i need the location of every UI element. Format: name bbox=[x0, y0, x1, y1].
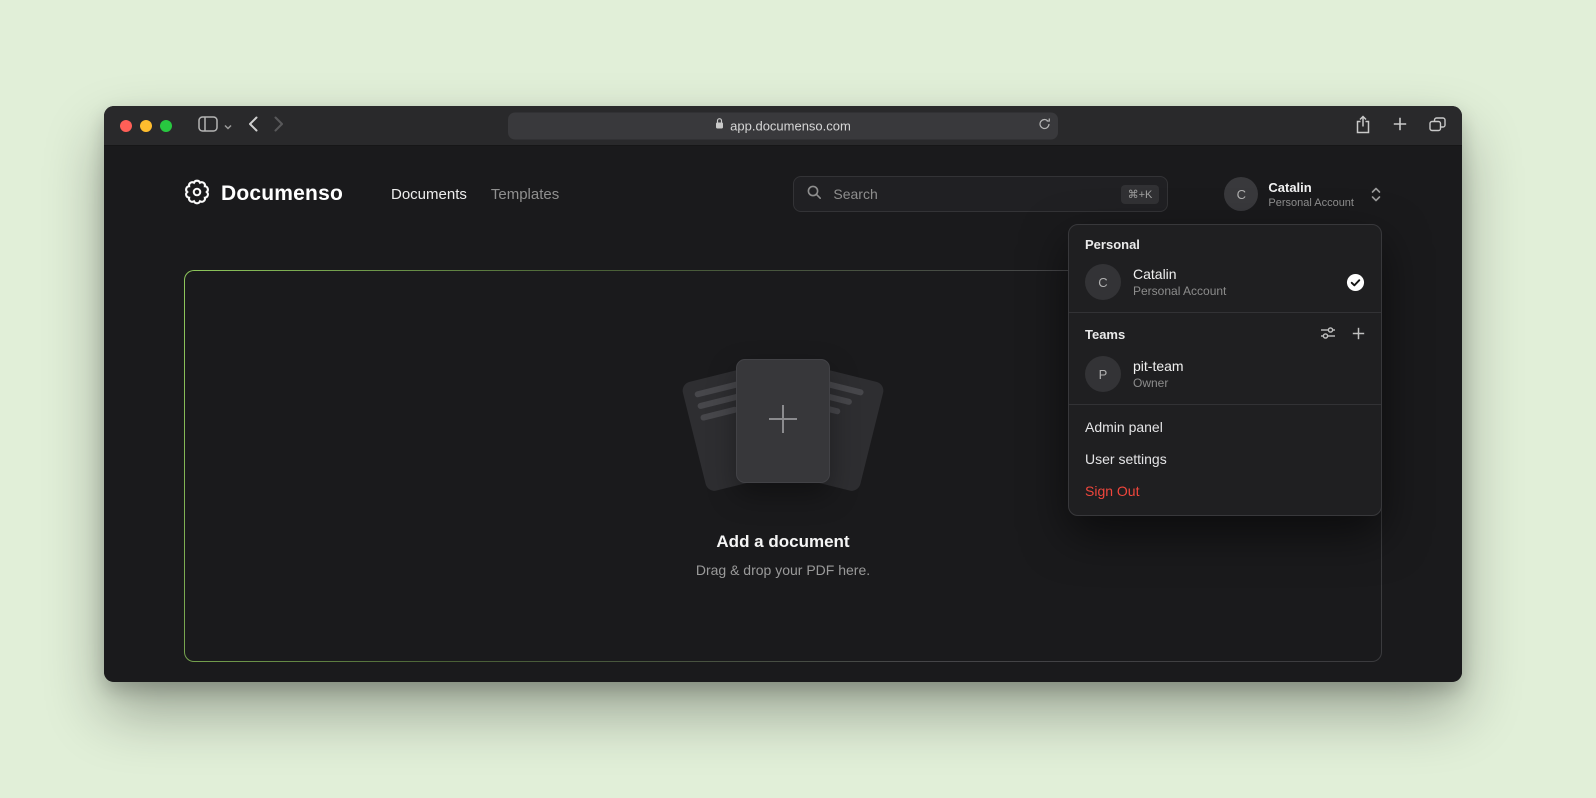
app-content: Documenso Documents Templates ⌘+K C Cata… bbox=[104, 146, 1462, 681]
lock-icon bbox=[715, 117, 724, 135]
account-type: Personal Account bbox=[1268, 197, 1354, 209]
personal-subtitle: Personal Account bbox=[1133, 284, 1226, 298]
nav-item-templates[interactable]: Templates bbox=[491, 186, 559, 203]
account-menu-button[interactable]: C Catalin Personal Account bbox=[1224, 177, 1382, 211]
brand[interactable]: Documenso bbox=[184, 179, 343, 210]
search-bar[interactable]: ⌘+K bbox=[793, 176, 1168, 212]
menu-item-sign-out[interactable]: Sign Out bbox=[1069, 475, 1381, 507]
personal-avatar: C bbox=[1085, 264, 1121, 300]
browser-toolbar: app.documenso.com bbox=[104, 106, 1462, 146]
close-window-button[interactable] bbox=[120, 120, 132, 132]
share-button[interactable] bbox=[1355, 115, 1371, 137]
app-header: Documenso Documents Templates ⌘+K C Cata… bbox=[184, 166, 1382, 222]
documenso-logo-icon bbox=[184, 179, 210, 210]
back-chevron-icon bbox=[248, 116, 258, 135]
team-name: pit-team bbox=[1133, 358, 1184, 374]
nav-item-documents[interactable]: Documents bbox=[391, 186, 467, 203]
dropzone-subtitle: Drag & drop your PDF here. bbox=[696, 562, 870, 578]
add-document-plus-icon bbox=[765, 401, 801, 442]
forward-button[interactable] bbox=[274, 116, 284, 135]
add-team-plus-icon bbox=[1352, 327, 1365, 343]
url-text: app.documenso.com bbox=[730, 118, 851, 133]
personal-section-label: Personal bbox=[1069, 225, 1381, 258]
reload-icon bbox=[1038, 118, 1051, 134]
menu-actions: Admin panel User settings Sign Out bbox=[1069, 405, 1381, 515]
teams-section-label: Teams bbox=[1085, 327, 1125, 342]
brand-name: Documenso bbox=[221, 182, 343, 206]
zoom-window-button[interactable] bbox=[160, 120, 172, 132]
menu-item-user-settings[interactable]: User settings bbox=[1069, 443, 1381, 475]
team-settings-sliders-icon bbox=[1320, 325, 1336, 344]
chevron-down-icon bbox=[224, 118, 232, 133]
account-avatar: C bbox=[1224, 177, 1258, 211]
reload-button[interactable] bbox=[1038, 118, 1051, 134]
search-shortcut-badge: ⌘+K bbox=[1121, 185, 1160, 204]
address-bar[interactable]: app.documenso.com bbox=[508, 112, 1058, 139]
plus-icon bbox=[1393, 117, 1407, 134]
account-dropdown-menu: Personal C Catalin Personal Account Team… bbox=[1068, 224, 1382, 516]
sidebar-menu-button[interactable] bbox=[224, 118, 232, 133]
traffic-lights bbox=[120, 120, 172, 132]
teams-section-header: Teams bbox=[1069, 313, 1381, 350]
tab-overview-button[interactable] bbox=[1429, 117, 1446, 135]
sidebar-toggle-button[interactable] bbox=[198, 116, 218, 135]
team-avatar: P bbox=[1085, 356, 1121, 392]
up-down-chevrons-icon bbox=[1370, 186, 1382, 203]
tab-overview-icon bbox=[1429, 117, 1446, 135]
check-circle-icon bbox=[1346, 273, 1365, 292]
personal-name: Catalin bbox=[1133, 266, 1226, 282]
search-icon bbox=[806, 184, 822, 205]
team-item-pit-team[interactable]: P pit-team Owner bbox=[1069, 350, 1381, 404]
share-icon bbox=[1355, 115, 1371, 137]
new-tab-button[interactable] bbox=[1393, 117, 1407, 134]
add-team-button[interactable] bbox=[1352, 327, 1365, 343]
forward-chevron-icon bbox=[274, 116, 284, 135]
team-role: Owner bbox=[1133, 376, 1184, 390]
stacked-documents-illustration bbox=[673, 354, 893, 506]
manage-teams-button[interactable] bbox=[1320, 325, 1336, 344]
document-card-front bbox=[736, 359, 830, 483]
minimize-window-button[interactable] bbox=[140, 120, 152, 132]
back-button[interactable] bbox=[248, 116, 258, 135]
main-nav: Documents Templates bbox=[391, 186, 559, 203]
search-input[interactable] bbox=[831, 185, 1111, 203]
personal-account-item[interactable]: C Catalin Personal Account bbox=[1069, 258, 1381, 312]
dropzone-title: Add a document bbox=[716, 532, 849, 552]
browser-window: app.documenso.com bbox=[104, 106, 1462, 682]
menu-item-admin-panel[interactable]: Admin panel bbox=[1069, 411, 1381, 443]
sidebar-icon bbox=[198, 116, 218, 135]
account-name: Catalin bbox=[1268, 180, 1354, 195]
